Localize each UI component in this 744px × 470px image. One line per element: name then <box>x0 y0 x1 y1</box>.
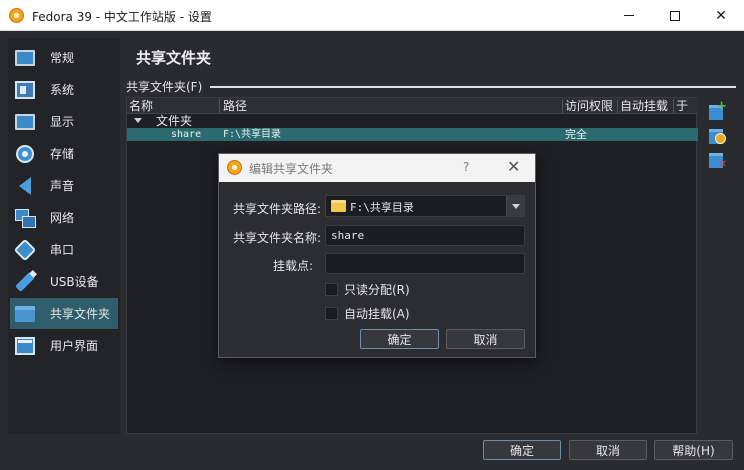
maximize-icon <box>670 10 680 21</box>
cell-path: F:\共享目录 <box>223 129 282 140</box>
sidebar-item-label: 存储 <box>50 147 75 161</box>
readonly-label: 只读分配(R) <box>344 282 410 297</box>
sidebar-item-serial[interactable]: 串口 <box>10 234 118 265</box>
group-divider <box>210 86 736 88</box>
readonly-checkbox-row[interactable]: 只读分配(R) <box>325 281 410 297</box>
mount-point-input[interactable] <box>325 253 525 274</box>
folder-group-label: 文件夹 <box>156 114 193 128</box>
minimize-icon <box>624 15 634 16</box>
folder-toolbar <box>708 99 728 174</box>
cell-access: 完全 <box>565 128 587 141</box>
dropdown-arrow-icon[interactable] <box>506 196 524 216</box>
folder-path-combobox[interactable]: F:\共享目录 <box>325 195 525 217</box>
disk-icon <box>14 143 36 165</box>
user-interface-icon <box>14 335 36 357</box>
help-button[interactable]: 帮助(H) <box>654 440 733 460</box>
sidebar-item-shared-folders[interactable]: 共享文件夹 <box>10 298 118 329</box>
sidebar-item-label: 网络 <box>50 211 75 225</box>
table-row[interactable]: share F:\共享目录 完全 <box>127 128 698 141</box>
sidebar-item-label: 声音 <box>50 179 75 193</box>
column-header-name[interactable]: 名称 <box>127 99 220 113</box>
sidebar-item-label: USB设备 <box>50 275 99 289</box>
folder-icon <box>331 200 346 212</box>
automount-checkbox[interactable] <box>325 306 338 320</box>
column-header-access[interactable]: 访问权限 <box>563 99 618 113</box>
motherboard-icon <box>14 79 36 101</box>
close-icon[interactable]: ✕ <box>507 157 520 176</box>
page-title: 共享文件夹 <box>136 49 212 67</box>
edit-shared-folder-icon[interactable] <box>708 126 726 144</box>
automount-checkbox-row[interactable]: 自动挂载(A) <box>325 305 410 321</box>
help-icon[interactable]: ? <box>463 160 469 174</box>
folder-path-value: F:\共享目录 <box>350 201 414 214</box>
minimize-button[interactable] <box>606 0 652 31</box>
sidebar-item-label: 用户界面 <box>50 339 99 353</box>
dialog-title-bar: 编辑共享文件夹 ? ✕ <box>219 154 535 182</box>
speaker-icon <box>14 175 36 197</box>
maximize-button[interactable] <box>652 0 698 31</box>
cancel-button[interactable]: 取消 <box>569 440 647 460</box>
column-header-auto-mount[interactable]: 自动挂载 <box>618 99 674 113</box>
column-header-path[interactable]: 路径 <box>221 99 563 113</box>
sidebar-item-label: 显示 <box>50 115 75 129</box>
table-header: 名称 路径 访问权限 自动挂载 于 <box>127 98 698 114</box>
settings-sidebar: 常规 系统 显示 存储 声音 网络 串口 USB设备 共享文件夹 用户界面 <box>8 38 120 434</box>
ok-button[interactable]: 确定 <box>483 440 561 460</box>
close-button[interactable]: ✕ <box>698 0 744 31</box>
display-icon <box>14 111 36 133</box>
add-shared-folder-icon[interactable] <box>708 99 727 120</box>
close-icon: ✕ <box>715 7 727 24</box>
automount-label: 自动挂载(A) <box>344 306 410 321</box>
folder-group-row[interactable]: 文件夹 <box>127 115 698 128</box>
window-title: Fedora 39 - 中文工作站版 - 设置 <box>32 10 212 24</box>
sidebar-item-user-interface[interactable]: 用户界面 <box>10 330 118 361</box>
sidebar-item-general[interactable]: 常规 <box>10 42 118 73</box>
expand-arrow-icon[interactable] <box>134 118 142 123</box>
virtualbox-app-icon <box>9 8 24 23</box>
sidebar-item-network[interactable]: 网络 <box>10 202 118 233</box>
dialog-ok-button[interactable]: 确定 <box>360 329 439 349</box>
usb-icon <box>14 271 36 293</box>
monitor-icon <box>14 47 36 69</box>
column-header-at[interactable]: 于 <box>674 99 696 113</box>
virtualbox-app-icon <box>227 160 242 175</box>
sidebar-item-label: 系统 <box>50 83 75 97</box>
sidebar-item-usb[interactable]: USB设备 <box>10 266 118 297</box>
sidebar-item-storage[interactable]: 存储 <box>10 138 118 169</box>
dialog-title: 编辑共享文件夹 <box>249 162 334 176</box>
remove-shared-folder-icon[interactable] <box>708 150 727 170</box>
sidebar-item-display[interactable]: 显示 <box>10 106 118 137</box>
path-label: 共享文件夹路径: <box>232 202 321 216</box>
folder-name-input[interactable]: share <box>325 225 525 246</box>
sidebar-item-audio[interactable]: 声音 <box>10 170 118 201</box>
readonly-checkbox[interactable] <box>325 282 338 296</box>
group-label: 共享文件夹(F) <box>126 80 203 94</box>
edit-shared-folder-dialog: 编辑共享文件夹 ? ✕ 共享文件夹路径: F:\共享目录 共享文件夹名称: sh… <box>218 153 536 358</box>
dialog-cancel-button[interactable]: 取消 <box>446 329 525 349</box>
mount-point-label: 挂载点: <box>272 259 313 273</box>
network-icon <box>14 207 36 229</box>
sidebar-item-label: 串口 <box>50 243 75 257</box>
shared-folder-icon <box>14 303 36 325</box>
serial-port-icon <box>13 238 37 261</box>
sidebar-item-label: 常规 <box>50 51 75 65</box>
sidebar-item-label: 共享文件夹 <box>50 307 111 321</box>
sidebar-item-system[interactable]: 系统 <box>10 74 118 105</box>
cell-name: share <box>171 129 202 140</box>
name-label: 共享文件夹名称: <box>232 231 321 245</box>
title-bar: Fedora 39 - 中文工作站版 - 设置 ✕ <box>0 0 744 31</box>
